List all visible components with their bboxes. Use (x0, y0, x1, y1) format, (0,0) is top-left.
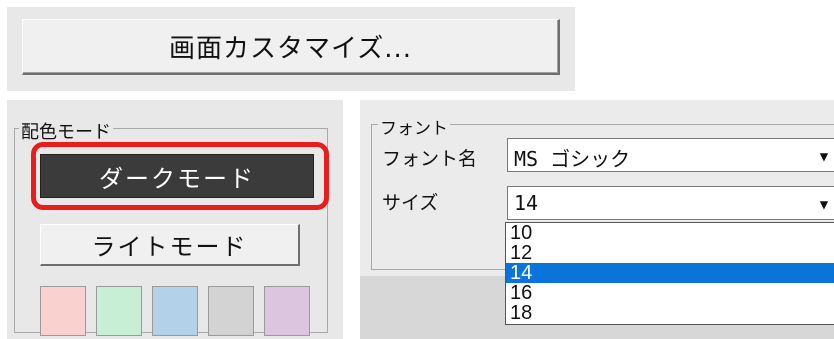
font-size-dropdown: 10 12 14 16 18 (505, 222, 834, 325)
color-mode-panel: 配色モード ダークモード ライトモード (7, 100, 343, 339)
dropdown-option[interactable]: 12 (506, 243, 834, 263)
font-size-select[interactable]: 14 ▼ (507, 186, 834, 220)
font-name-value: MS ゴシック (514, 147, 631, 171)
customize-panel: 画面カスタマイズ... (7, 7, 575, 91)
font-size-label: サイズ (382, 192, 439, 214)
font-group-label: フォント (378, 114, 450, 139)
light-mode-button[interactable]: ライトモード (40, 224, 300, 266)
dropdown-option[interactable]: 16 (506, 283, 834, 303)
customize-screen-button[interactable]: 画面カスタマイズ... (22, 19, 560, 75)
font-name-select[interactable]: MS ゴシック ▼ (507, 138, 834, 172)
color-mode-label: 配色モード (19, 118, 113, 144)
swatch-blue[interactable] (152, 286, 198, 336)
dropdown-option-selected[interactable]: 14 (506, 263, 834, 283)
dropdown-option[interactable]: 18 (506, 303, 834, 323)
font-panel: フォント フォント名 MS ゴシック ▼ サイズ 14 ▼ 10 12 14 1… (360, 100, 834, 339)
highlight-annotation (31, 142, 329, 210)
swatch-gray[interactable] (208, 286, 254, 336)
chevron-down-icon[interactable]: ▼ (812, 145, 834, 169)
dropdown-option[interactable]: 10 (506, 223, 834, 243)
chevron-down-icon[interactable]: ▼ (812, 193, 834, 217)
swatch-lavender[interactable] (264, 286, 310, 336)
font-size-value: 14 (514, 191, 539, 215)
swatch-pink[interactable] (40, 286, 86, 336)
swatch-green[interactable] (96, 286, 142, 336)
font-name-label: フォント名 (382, 148, 478, 170)
